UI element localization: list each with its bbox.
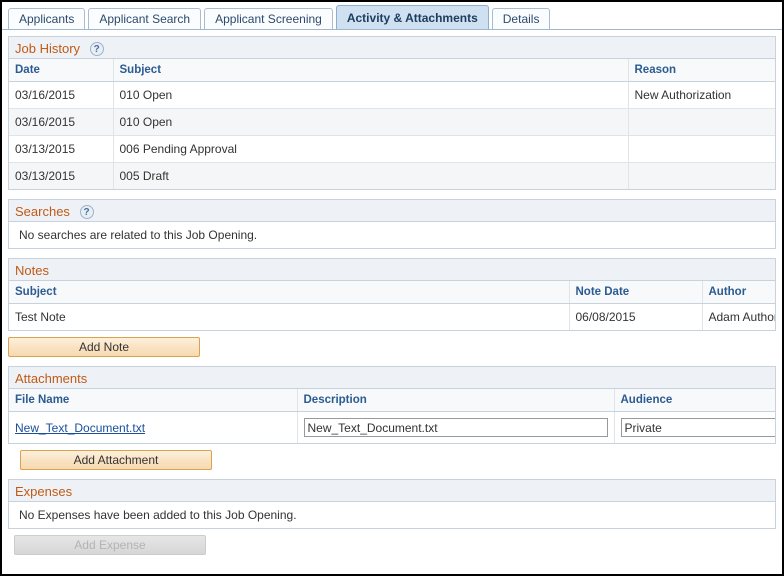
table-row: 03/13/2015 005 Draft <box>9 162 775 189</box>
cell-audience <box>614 411 775 443</box>
tab-applicants[interactable]: Applicants <box>8 8 86 29</box>
cell-date: 03/16/2015 <box>9 81 114 109</box>
attachment-audience-input[interactable] <box>620 418 775 437</box>
column-header-date: Date <box>9 59 114 82</box>
add-attachment-button[interactable]: Add Attachment <box>20 450 212 470</box>
tab-strip: Applicants Applicant Search Applicant Scre… <box>2 2 782 30</box>
notes-actions: Add Note <box>8 337 782 357</box>
attachments-table: File Name Description Audience New_Text_… <box>9 389 775 443</box>
cell-date: 03/13/2015 <box>9 135 114 163</box>
expenses-header: Expenses <box>9 480 775 502</box>
notes-title: Notes <box>15 263 49 279</box>
column-header-reason: Reason <box>628 59 775 82</box>
help-icon[interactable]: ? <box>89 41 104 56</box>
attachments-actions: Add Attachment <box>8 450 782 470</box>
cell-subject: 010 Open <box>113 81 629 109</box>
expenses-actions: Add Expense <box>8 535 782 555</box>
cell-file-name: New_Text_Document.txt <box>9 411 298 443</box>
column-header-author: Author <box>702 281 775 304</box>
attachment-description-input[interactable] <box>303 418 608 437</box>
expenses-section: Expenses No Expenses have been added to … <box>8 479 776 529</box>
job-history-table: Date Subject Reason 03/16/2015 010 Open … <box>9 59 775 189</box>
cell-description <box>297 411 615 443</box>
searches-section: Searches ? No searches are related to th… <box>8 199 776 249</box>
cell-subject: 005 Draft <box>113 162 629 189</box>
table-row: 03/13/2015 006 Pending Approval <box>9 135 775 163</box>
searches-header: Searches ? <box>9 200 775 222</box>
cell-date: 03/13/2015 <box>9 162 114 189</box>
attachments-header: Attachments <box>9 367 775 389</box>
tab-details[interactable]: Details <box>491 8 551 29</box>
cell-reason: New Authorization <box>628 81 775 109</box>
cell-subject: 006 Pending Approval <box>113 135 629 163</box>
table-row: Test Note 06/08/2015 Adam Author <box>9 303 775 330</box>
add-expense-button: Add Expense <box>14 535 206 555</box>
expenses-empty-message: No Expenses have been added to this Job … <box>9 502 775 528</box>
cell-date: 03/16/2015 <box>9 108 114 136</box>
add-note-button[interactable]: Add Note <box>8 337 200 357</box>
cell-note-date: 06/08/2015 <box>569 303 703 330</box>
cell-reason <box>628 135 775 163</box>
attachment-file-link[interactable]: New_Text_Document.txt <box>15 421 145 435</box>
page-root: Applicants Applicant Search Applicant Scre… <box>2 2 782 574</box>
column-header-subject: Subject <box>113 59 629 82</box>
table-row: New_Text_Document.txt <box>9 411 775 443</box>
column-header-note-date: Note Date <box>569 281 703 304</box>
attachments-section: Attachments File Name Description Audien… <box>8 366 776 444</box>
tab-applicant-screening[interactable]: Applicant Screening <box>204 8 333 29</box>
help-icon[interactable]: ? <box>79 204 94 219</box>
job-history-section: Job History ? Date Subject Reason 03/16/… <box>8 36 776 190</box>
table-header-row: Date Subject Reason <box>9 59 775 82</box>
cell-subject: 010 Open <box>113 108 629 136</box>
audience-input-wrap <box>620 418 775 437</box>
cell-note-author: Adam Author <box>702 303 775 330</box>
table-row: 03/16/2015 010 Open New Authorization <box>9 81 775 109</box>
attachments-title: Attachments <box>15 371 88 387</box>
job-history-header: Job History ? <box>9 37 775 59</box>
tab-activity-attachments[interactable]: Activity & Attachments <box>335 5 489 29</box>
table-header-row: File Name Description Audience <box>9 389 775 412</box>
column-header-file-name: File Name <box>9 389 298 412</box>
notes-section: Notes Subject Note Date Author Test Note… <box>8 258 776 331</box>
searches-empty-message: No searches are related to this Job Open… <box>9 222 775 248</box>
table-row: 03/16/2015 010 Open <box>9 108 775 136</box>
column-header-audience: Audience <box>614 389 775 412</box>
notes-header: Notes <box>9 259 775 281</box>
cell-note-subject: Test Note <box>9 303 570 330</box>
column-header-description: Description <box>297 389 615 412</box>
cell-reason <box>628 162 775 189</box>
tab-applicant-search[interactable]: Applicant Search <box>88 8 202 29</box>
searches-title: Searches <box>15 204 70 220</box>
job-history-title: Job History <box>15 41 81 57</box>
column-header-subject: Subject <box>9 281 570 304</box>
table-header-row: Subject Note Date Author <box>9 281 775 304</box>
cell-reason <box>628 108 775 136</box>
notes-table: Subject Note Date Author Test Note 06/08… <box>9 281 775 330</box>
expenses-title: Expenses <box>15 484 73 500</box>
